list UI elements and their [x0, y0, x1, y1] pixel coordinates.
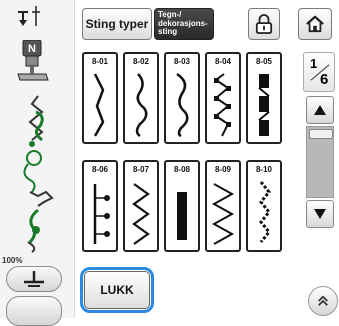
decorative-stitch-tab[interactable]: Tegn-/ dekorasjons- sting: [154, 8, 214, 40]
screen-lock-button[interactable]: [248, 8, 280, 40]
satin-bar-stitch-icon: [177, 192, 187, 240]
stitch-code: 8-02: [132, 57, 149, 66]
scrollbar-track[interactable]: [306, 126, 334, 198]
presser-foot-icon: N: [16, 39, 50, 84]
stitch-preview-image: [23, 95, 54, 253]
home-button[interactable]: [298, 8, 332, 40]
needle-position-icon: [18, 6, 40, 26]
wide-zigzag-stitch-icon: [211, 183, 235, 245]
stitch-code: 8-08: [173, 165, 190, 174]
scroll-up-button[interactable]: [306, 96, 334, 124]
needle-pivot-icon: [24, 271, 44, 287]
scallop-wave-stitch-icon: [135, 73, 148, 138]
scrollbar-thumb[interactable]: [309, 129, 333, 139]
stitch-cell-8-10[interactable]: 8-10: [246, 160, 282, 252]
presser-foot-letter: N: [28, 43, 36, 55]
stitch-preview-panel: N 100%: [0, 0, 75, 326]
expand-up-button[interactable]: [308, 286, 338, 316]
triangle-down-icon: [314, 209, 326, 219]
stitch-code: 8-03: [173, 57, 190, 66]
current-page: 1: [310, 56, 318, 71]
stitch-code: 8-04: [214, 57, 231, 66]
block-satin-stitch-icon: [258, 74, 270, 136]
lock-icon: [255, 14, 273, 34]
stitch-cell-8-08[interactable]: 8-08: [164, 160, 200, 252]
stitch-code: 8-05: [255, 57, 272, 66]
page-indicator: 1 6: [303, 52, 335, 92]
square-step-stitch-icon: [214, 73, 231, 137]
stitch-cell-8-01[interactable]: 8-01: [82, 52, 118, 144]
stitch-code: 8-10: [255, 165, 272, 174]
stitch-cell-8-07[interactable]: 8-07: [123, 160, 159, 252]
stitch-cell-8-04[interactable]: 8-04: [205, 52, 241, 144]
stitch-cell-8-05[interactable]: 8-05: [246, 52, 282, 144]
dotted-zigzag-stitch-icon: [259, 181, 271, 243]
stitch-pattern-grid: 8-01 8-02 8-03 8-04 8-05 8-06 8-07 8-08 …: [82, 52, 284, 258]
auto-lock-button[interactable]: [6, 296, 62, 326]
stitch-cell-8-09[interactable]: 8-09: [205, 160, 241, 252]
stitch-code: 8-09: [214, 165, 231, 174]
serpentine-stitch-icon: [176, 72, 189, 138]
total-pages: 6: [320, 71, 329, 88]
pivot-button[interactable]: [6, 266, 62, 292]
stitch-code: 8-07: [132, 165, 149, 174]
stitch-cell-8-06[interactable]: 8-06: [82, 160, 118, 252]
zigzag-wave-stitch-icon: [93, 73, 105, 137]
close-button[interactable]: LUKK: [84, 271, 150, 309]
stitch-cell-8-03[interactable]: 8-03: [164, 52, 200, 144]
stitch-type-button[interactable]: Sting typer: [82, 8, 152, 40]
zoom-level: 100%: [2, 256, 23, 265]
scroll-down-button[interactable]: [306, 200, 334, 228]
zigzag-stitch-icon: [132, 183, 150, 245]
decorative-tab-label-line-3: sting: [158, 27, 178, 36]
stitch-code: 8-06: [91, 165, 108, 174]
stitch-cell-8-02[interactable]: 8-02: [123, 52, 159, 144]
dotted-branch-stitch-icon: [93, 184, 110, 244]
double-chevron-up-icon: [318, 295, 328, 306]
triangle-up-icon: [314, 105, 326, 115]
stitch-code: 8-01: [91, 57, 108, 66]
home-icon: [306, 15, 324, 33]
